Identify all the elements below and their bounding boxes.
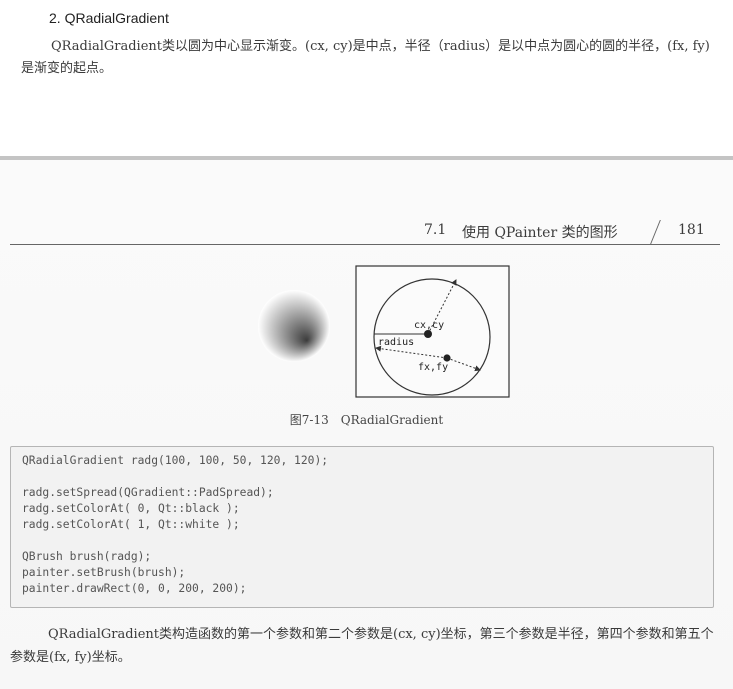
center-point	[424, 330, 432, 338]
focal-label: fx,fy	[418, 362, 448, 373]
diagram-frame	[355, 265, 510, 398]
center-label: cx,cy	[414, 320, 444, 331]
code-line: painter.setBrush(brush);	[22, 566, 186, 579]
running-head-title: 使用 QPainter 类的图形	[462, 225, 618, 241]
body-paragraph: QRadialGradient类构造函数的第一个参数和第二个参数是(cx, cy…	[10, 627, 714, 665]
running-head-section-number: 7.1	[424, 222, 447, 238]
radial-gradient-figure: cx,cy radius fx,fy	[258, 265, 510, 398]
code-line: QBrush brush(radg);	[22, 550, 152, 563]
code-line: radg.setSpread(QGradient::PadSpread);	[22, 486, 274, 499]
figure-caption: 图7-13 QRadialGradient	[289, 413, 444, 427]
section-paragraph: QRadialGradient类以圆为中心显示渐变。(cx, cy)是中点，半径…	[21, 39, 710, 76]
radius-label: radius	[378, 337, 414, 348]
code-listing: QRadialGradient radg(100, 100, 50, 120, …	[10, 446, 714, 608]
code-line: painter.drawRect(0, 0, 200, 200);	[22, 582, 247, 595]
section-heading: 2. QRadialGradient	[49, 10, 169, 26]
focal-point	[443, 354, 451, 362]
previous-page: 2. QRadialGradient QRadialGradient类以圆为中心…	[0, 0, 733, 155]
code-line: radg.setColorAt( 0, Qt::black );	[22, 502, 240, 515]
gradient-sample	[258, 290, 330, 362]
running-head-rule	[10, 244, 720, 245]
page-number: 181	[678, 222, 705, 238]
code-line: radg.setColorAt( 1, Qt::white );	[22, 518, 240, 531]
code-line: QRadialGradient radg(100, 100, 50, 120, …	[22, 454, 329, 467]
